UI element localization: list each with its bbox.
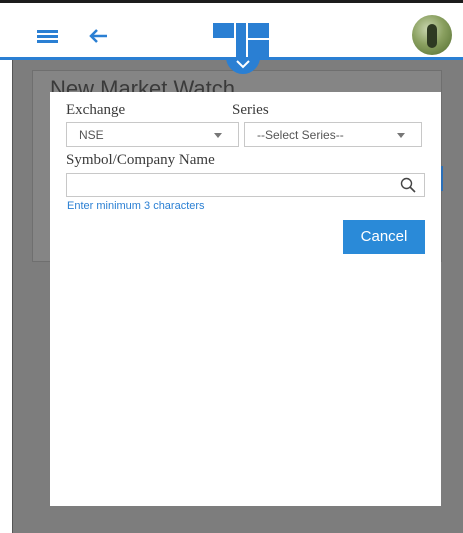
symbol-label: Symbol/Company Name bbox=[66, 152, 215, 168]
dropdown-caret-icon bbox=[397, 133, 405, 138]
exchange-select[interactable]: NSE bbox=[66, 122, 239, 147]
exchange-selected-value: NSE bbox=[79, 128, 104, 142]
brand-logo-icon bbox=[213, 23, 269, 57]
series-selected-value: --Select Series-- bbox=[257, 128, 344, 142]
search-icon[interactable] bbox=[400, 177, 416, 193]
chevron-down-icon bbox=[236, 60, 250, 69]
back-arrow-icon[interactable] bbox=[88, 25, 110, 47]
user-avatar[interactable] bbox=[412, 15, 452, 55]
series-select[interactable]: --Select Series-- bbox=[244, 122, 422, 147]
symbol-search-input[interactable] bbox=[71, 176, 385, 196]
avatar-figure-icon bbox=[427, 24, 437, 48]
hamburger-menu-icon[interactable] bbox=[37, 30, 58, 44]
dropdown-caret-icon bbox=[214, 133, 222, 138]
cancel-button[interactable]: Cancel bbox=[343, 220, 425, 254]
series-label: Series bbox=[232, 102, 269, 118]
symbol-hint-text: Enter minimum 3 characters bbox=[67, 200, 205, 212]
app-header bbox=[0, 0, 463, 60]
symbol-search-field[interactable] bbox=[66, 173, 425, 197]
symbol-search-dialog: Exchange Series NSE --Select Series-- Sy… bbox=[50, 92, 441, 506]
exchange-label: Exchange bbox=[66, 102, 126, 118]
